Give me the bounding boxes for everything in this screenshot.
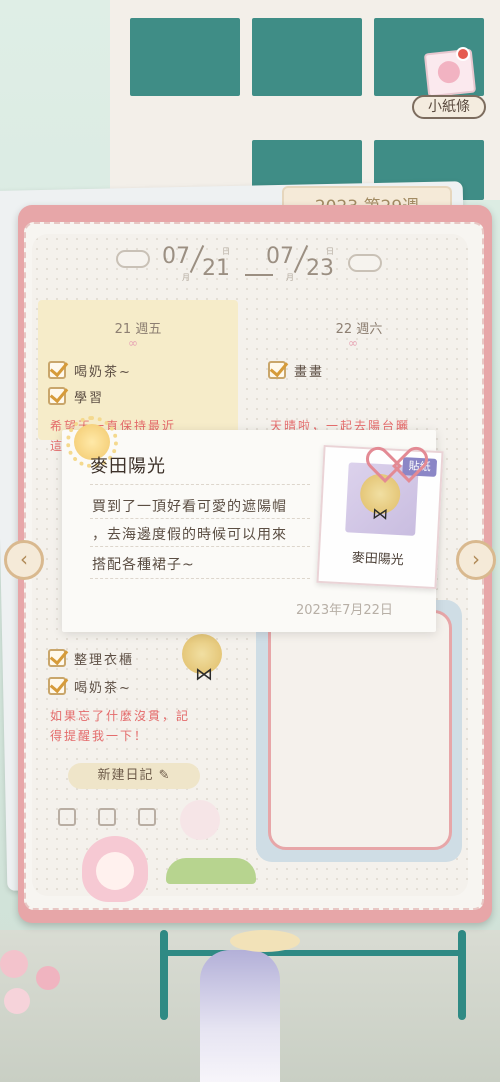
note-label: 小紙條: [412, 95, 486, 119]
popup-date: 2023年7月22日: [296, 603, 393, 618]
chair-leg: [458, 930, 466, 1020]
end-month: 07: [266, 244, 294, 269]
popup-text-line: ，去海邊度假的時候可以用來: [92, 527, 287, 543]
checkbox-checked-icon: [48, 649, 66, 667]
grass-doodle-icon: [166, 858, 256, 884]
notification-dot-icon: [456, 47, 470, 61]
day-column-sat[interactable]: 22 週六 ∞ 畫畫 天晴啦，一起去陽台曬: [256, 314, 462, 444]
start-day: 21: [202, 256, 230, 281]
task-item: 喝奶茶~: [48, 674, 132, 698]
shelf-cell: [130, 18, 240, 96]
date-range-header: 07 月 日 21 07 月 日 23: [110, 238, 390, 288]
prev-page-button[interactable]: ‹: [4, 540, 44, 580]
divider: [90, 484, 310, 485]
divider: [90, 518, 310, 519]
empty-checkbox-icon: [58, 808, 76, 826]
girl-face-icon: [96, 852, 134, 890]
new-diary-button[interactable]: 新建日記 ✎: [68, 763, 200, 789]
popup-text-line: 搭配各種裙子~: [92, 557, 195, 573]
bow-icon: ⋈: [195, 664, 213, 685]
popup-text-line: 買到了一頂好看可愛的遮陽帽: [92, 499, 287, 515]
end-month-unit: 月: [286, 273, 294, 282]
divider: [90, 578, 310, 579]
checkbox-checked-icon: [48, 677, 66, 695]
task-item: 整理衣櫃: [48, 646, 134, 670]
heart-pin-icon: [378, 432, 412, 462]
end-day: 23: [306, 256, 334, 281]
edit-icon: ✎: [158, 768, 171, 783]
day-note: 得提醒我一下！: [50, 729, 149, 743]
task-label: 畫畫: [294, 364, 325, 380]
new-diary-label: 新建日記: [97, 768, 154, 783]
checkbox-checked-icon: [268, 361, 286, 379]
pink-circle-deco: [180, 800, 220, 840]
character-figure: [200, 950, 280, 1082]
leaf-doodle-icon: [230, 930, 300, 952]
task-item: 學習: [48, 384, 104, 408]
charm-icon: [36, 966, 60, 990]
divider: [90, 546, 310, 547]
note-button[interactable]: 小紙條: [412, 45, 486, 123]
sticker-name: 麥田陽光: [351, 550, 405, 569]
chair-leg: [160, 930, 168, 1020]
photo-frame[interactable]: [268, 610, 452, 850]
charm-icon: [0, 950, 28, 978]
shelf-cell: [252, 18, 362, 96]
day-note: 如果忘了什麼沒貫，記: [50, 709, 191, 723]
cloud-icon: [348, 254, 382, 272]
cloud-icon: [116, 250, 150, 268]
empty-checkbox-icon: [98, 808, 116, 826]
task-item: 畫畫: [268, 358, 324, 382]
checkbox-checked-icon: [48, 387, 66, 405]
charm-icon: [4, 988, 30, 1014]
chair-rail: [160, 950, 466, 956]
task-label: 整理衣櫃: [74, 652, 135, 668]
task-label: 喝奶茶~: [74, 364, 132, 380]
bow-icon: ⋈: [371, 503, 389, 524]
task-label: 喝奶茶~: [74, 680, 132, 696]
day-title: 22 週六: [335, 322, 383, 337]
checkbox-checked-icon: [48, 361, 66, 379]
task-item: 喝奶茶~: [48, 358, 132, 382]
start-month: 07: [162, 244, 190, 269]
bow-icon: ∞: [348, 336, 358, 350]
day-title: 21 週五: [114, 322, 162, 337]
popup-title: 麥田陽光: [90, 456, 166, 477]
empty-checkbox-icon: [138, 808, 156, 826]
next-page-button[interactable]: ›: [456, 540, 496, 580]
task-label: 學習: [74, 390, 105, 406]
start-month-unit: 月: [182, 273, 190, 282]
bow-icon: ∞: [128, 336, 138, 350]
date-range-line: [245, 274, 273, 276]
